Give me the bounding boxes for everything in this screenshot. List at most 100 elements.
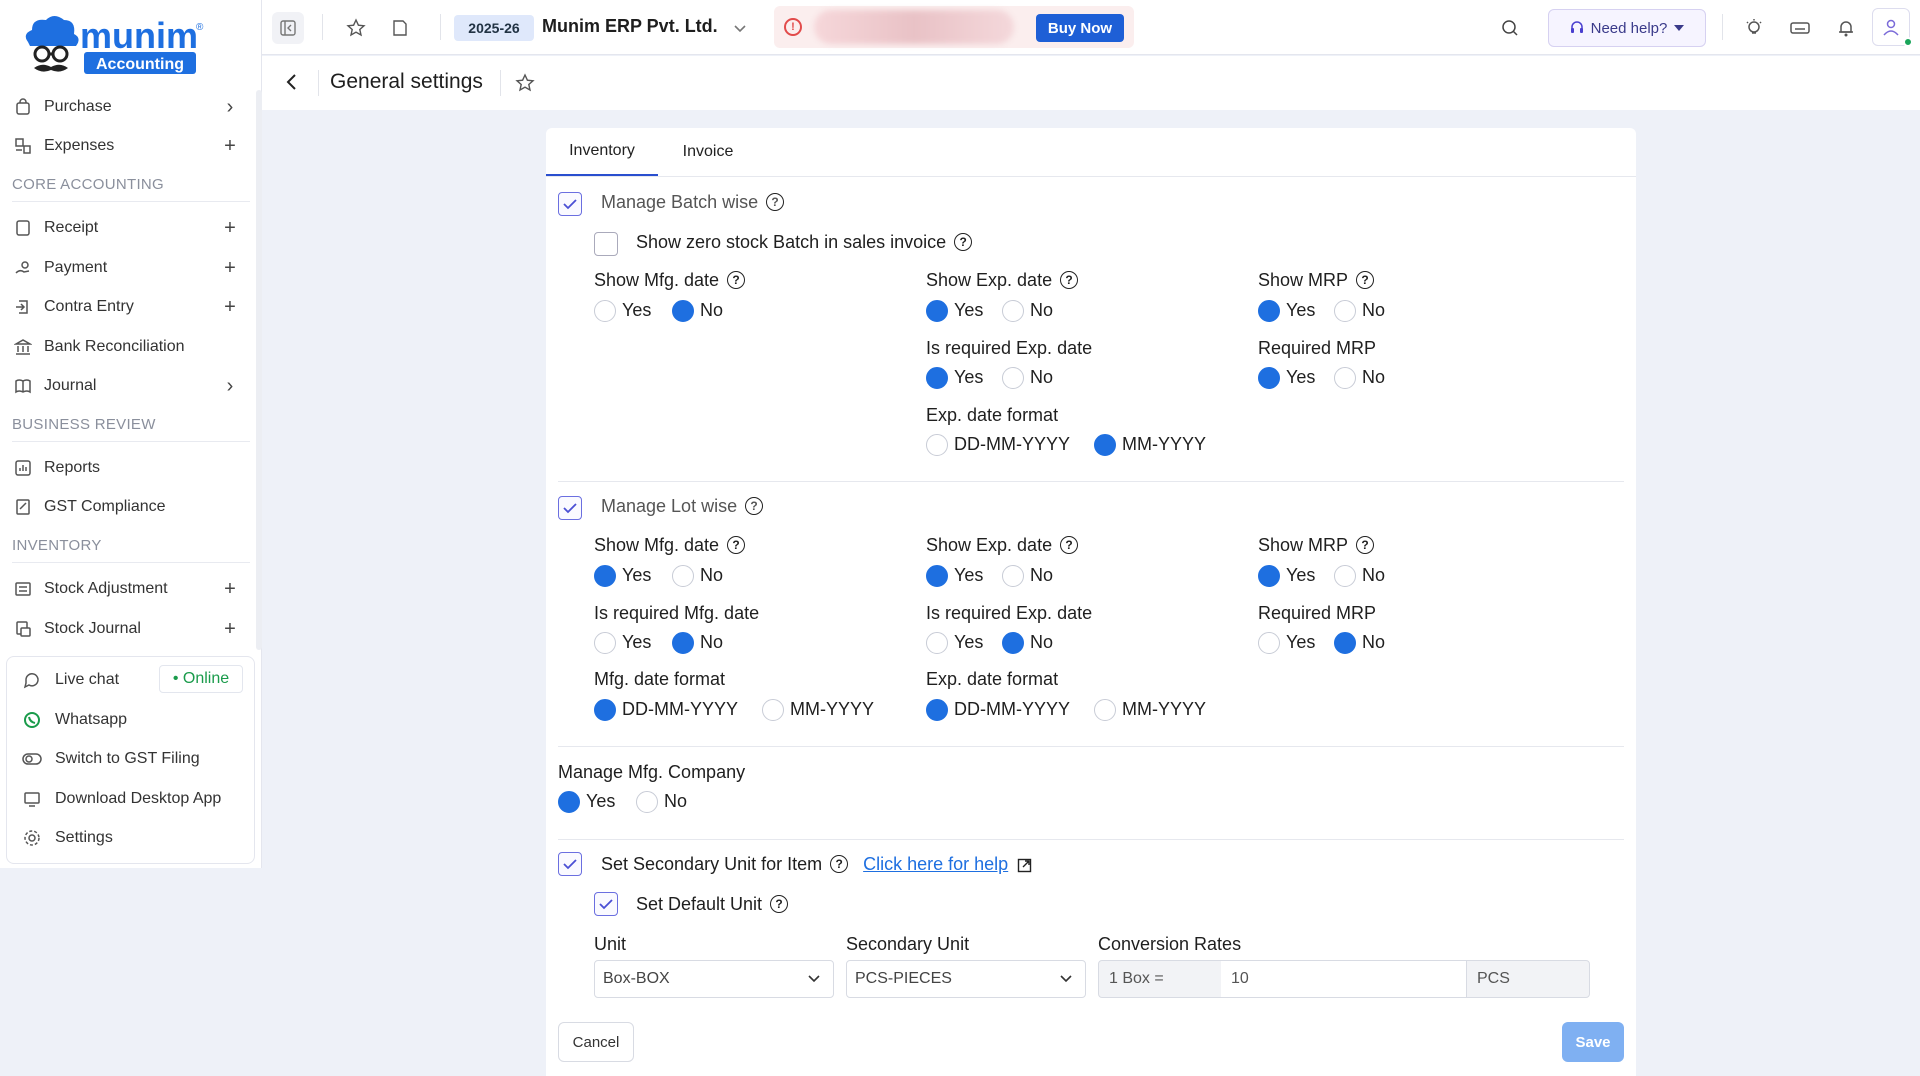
favorite-star-icon[interactable] xyxy=(510,68,540,98)
plus-icon[interactable]: + xyxy=(220,296,240,319)
favorites-star-icon[interactable] xyxy=(340,12,372,44)
plus-icon[interactable]: + xyxy=(220,257,240,280)
chevron-right-icon[interactable]: › xyxy=(220,96,240,119)
sidebar-scrollbar[interactable] xyxy=(256,90,262,650)
munim-logo[interactable]: munim ® Accounting xyxy=(18,12,218,78)
lot-show-exp-yes-radio[interactable] xyxy=(926,565,948,587)
keyboard-icon[interactable] xyxy=(1784,12,1816,44)
help-icon[interactable]: ? xyxy=(1060,536,1079,555)
batch-show-mrp-yes-radio[interactable] xyxy=(1258,300,1280,322)
help-icon[interactable]: ? xyxy=(766,193,785,212)
lot-exp-format-mmyyyy-radio[interactable] xyxy=(1094,699,1116,721)
batch-show-exp-yes-radio[interactable] xyxy=(926,300,948,322)
lot-show-mrp-yes-radio[interactable] xyxy=(1258,565,1280,587)
whatsapp-link[interactable]: Whatsapp xyxy=(21,705,127,735)
batch-req-mrp-label: Required MRP xyxy=(1258,338,1377,358)
sidebar-item-gst-compliance[interactable]: GST Compliance xyxy=(12,489,242,525)
switch-gst-filing-link[interactable]: Switch to GST Filing xyxy=(21,744,200,774)
tab-inventory[interactable]: Inventory xyxy=(546,128,658,176)
conversion-rate-input[interactable]: 10 xyxy=(1221,960,1467,998)
need-help-button[interactable]: Need help? xyxy=(1548,9,1706,47)
batch-req-mrp-yes-radio[interactable] xyxy=(1258,367,1280,389)
save-button[interactable]: Save xyxy=(1562,1022,1624,1062)
secondary-unit-checkbox[interactable] xyxy=(558,852,582,876)
plus-icon[interactable]: + xyxy=(220,135,240,158)
unit-select[interactable]: Box-BOX xyxy=(594,960,834,998)
batch-req-exp-yes-radio[interactable] xyxy=(926,367,948,389)
settings-link[interactable]: Settings xyxy=(21,823,113,853)
help-icon[interactable]: ? xyxy=(1356,536,1375,555)
lot-show-mfg-yes-radio[interactable] xyxy=(594,565,616,587)
notes-icon[interactable] xyxy=(384,12,416,44)
batch-req-exp-no-radio[interactable] xyxy=(1002,367,1024,389)
company-name[interactable]: Munim ERP Pvt. Ltd. xyxy=(542,16,718,37)
lot-exp-format-ddmmyyyy-radio[interactable] xyxy=(926,699,948,721)
chevron-right-icon[interactable]: › xyxy=(220,375,240,398)
buy-now-button[interactable]: Buy Now xyxy=(1036,14,1124,42)
lot-show-mfg-no-radio[interactable] xyxy=(672,565,694,587)
lot-req-exp-no-radio[interactable] xyxy=(1002,632,1024,654)
lot-mfg-format-mmyyyy-radio[interactable] xyxy=(762,699,784,721)
batch-show-mfg-no-radio[interactable] xyxy=(672,300,694,322)
help-link[interactable]: Click here for help xyxy=(863,854,1008,874)
search-icon[interactable] xyxy=(1494,12,1526,44)
sidebar-item-bank-reconciliation[interactable]: Bank Reconciliation xyxy=(12,329,242,365)
lot-req-mrp-yes-radio[interactable] xyxy=(1258,632,1280,654)
financial-year-chip[interactable]: 2025-26 xyxy=(454,15,534,41)
help-icon[interactable]: ? xyxy=(770,895,789,914)
lot-mfg-format-ddmmyyyy-radio[interactable] xyxy=(594,699,616,721)
lot-req-mfg-no-radio[interactable] xyxy=(672,632,694,654)
sidebar-item-journal[interactable]: Journal › xyxy=(12,368,242,404)
help-icon[interactable]: ? xyxy=(727,536,746,555)
sidebar-item-expenses[interactable]: Expenses + xyxy=(12,128,242,164)
plus-icon[interactable]: + xyxy=(220,217,240,240)
lot-req-mfg-yes-radio[interactable] xyxy=(594,632,616,654)
lot-show-exp-no-radio[interactable] xyxy=(1002,565,1024,587)
help-icon[interactable]: ? xyxy=(1060,271,1079,290)
chevron-down-icon[interactable] xyxy=(724,12,756,44)
user-avatar[interactable] xyxy=(1872,8,1913,47)
mfg-company-no-radio[interactable] xyxy=(636,791,658,813)
help-icon[interactable]: ? xyxy=(1356,271,1375,290)
default-unit-checkbox[interactable] xyxy=(594,892,618,916)
sidebar-item-purchase[interactable]: Purchase › xyxy=(12,89,242,125)
sidebar-item-label: Payment xyxy=(44,259,108,276)
help-icon[interactable]: ? xyxy=(727,271,746,290)
help-icon[interactable]: ? xyxy=(954,233,973,252)
sidebar-item-payment[interactable]: Payment + xyxy=(12,250,242,286)
tab-invoice[interactable]: Invoice xyxy=(658,128,758,176)
zero-stock-checkbox[interactable] xyxy=(594,232,618,256)
batch-exp-format-ddmmyyyy-radio[interactable] xyxy=(926,434,948,456)
bulb-icon[interactable] xyxy=(1738,12,1770,44)
manage-lot-checkbox[interactable] xyxy=(558,496,582,520)
sidebar-item-stock-journal[interactable]: Stock Journal + xyxy=(12,611,242,647)
batch-show-exp-no-radio[interactable] xyxy=(1002,300,1024,322)
batch-req-mrp-no-radio[interactable] xyxy=(1334,367,1356,389)
plus-icon[interactable]: + xyxy=(220,618,240,641)
external-link-icon[interactable] xyxy=(1017,857,1033,873)
cancel-button[interactable]: Cancel xyxy=(558,1022,634,1062)
batch-show-mrp-no-radio[interactable] xyxy=(1334,300,1356,322)
live-chat-link[interactable]: Live chat xyxy=(21,665,119,695)
secondary-unit-select[interactable]: PCS-PIECES xyxy=(846,960,1086,998)
mfg-company-yes-radio[interactable] xyxy=(558,791,580,813)
back-arrow-icon[interactable] xyxy=(276,66,308,98)
sidebar-item-label: Stock Adjustment xyxy=(44,580,168,597)
lot-req-exp-yes-radio[interactable] xyxy=(926,632,948,654)
batch-exp-format-mmyyyy-radio[interactable] xyxy=(1094,434,1116,456)
stock-adjust-icon xyxy=(12,578,34,600)
sidebar-item-stock-adjustment[interactable]: Stock Adjustment + xyxy=(12,571,242,607)
collapse-sidebar-icon[interactable] xyxy=(272,12,304,44)
help-icon[interactable]: ? xyxy=(745,497,764,516)
lot-req-mrp-no-radio[interactable] xyxy=(1334,632,1356,654)
notification-bell-icon[interactable] xyxy=(1830,12,1862,44)
sidebar-item-contra-entry[interactable]: Contra Entry + xyxy=(12,289,242,325)
sidebar-item-reports[interactable]: Reports xyxy=(12,450,242,486)
help-icon[interactable]: ? xyxy=(830,855,849,874)
download-desktop-link[interactable]: Download Desktop App xyxy=(21,784,221,814)
batch-show-mfg-yes-radio[interactable] xyxy=(594,300,616,322)
sidebar-item-receipt[interactable]: Receipt + xyxy=(12,210,242,246)
manage-batch-checkbox[interactable] xyxy=(558,192,582,216)
plus-icon[interactable]: + xyxy=(220,578,240,601)
lot-show-mrp-no-radio[interactable] xyxy=(1334,565,1356,587)
